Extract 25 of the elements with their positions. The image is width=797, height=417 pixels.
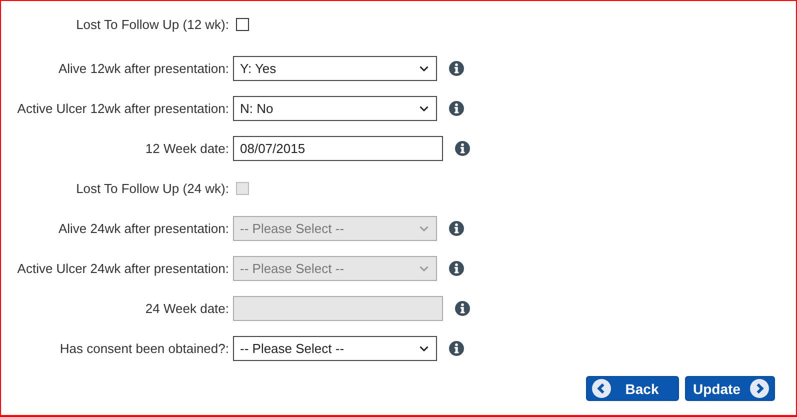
info-icon [449, 61, 464, 76]
field-label: Alive 24wk after presentation: [57, 221, 229, 236]
field-label: Has consent been obtained?: [58, 341, 229, 356]
field-label: 24 Week date: [144, 301, 229, 316]
field-label: Alive 12wk after presentation: [57, 61, 229, 76]
info-icon [455, 141, 470, 156]
field-label: Lost To Follow Up (24 wk): [75, 181, 229, 196]
field-label: Lost To Follow Up (12 wk): [75, 17, 229, 32]
dropdown[interactable]: N: No [233, 96, 437, 121]
info-icon [455, 301, 470, 316]
update-button[interactable]: Update [685, 376, 775, 401]
info-icon [449, 101, 464, 116]
dropdown[interactable]: -- Please Select -- [233, 336, 437, 361]
info-icon [449, 341, 464, 356]
dropdown[interactable]: Y: Yes [233, 56, 437, 81]
chevron-left-icon [592, 379, 611, 398]
date-field[interactable]: 08/07/2015 [233, 136, 443, 161]
chevron-right-icon [750, 379, 769, 398]
field-label: Active Ulcer 24wk after presentation: [16, 261, 229, 276]
field-label: 12 Week date: [144, 141, 229, 156]
info-icon [449, 261, 464, 276]
checkbox[interactable] [236, 18, 249, 31]
info-icon [449, 221, 464, 236]
field-label: Active Ulcer 12wk after presentation: [16, 101, 229, 116]
back-button[interactable]: Back [586, 376, 679, 401]
